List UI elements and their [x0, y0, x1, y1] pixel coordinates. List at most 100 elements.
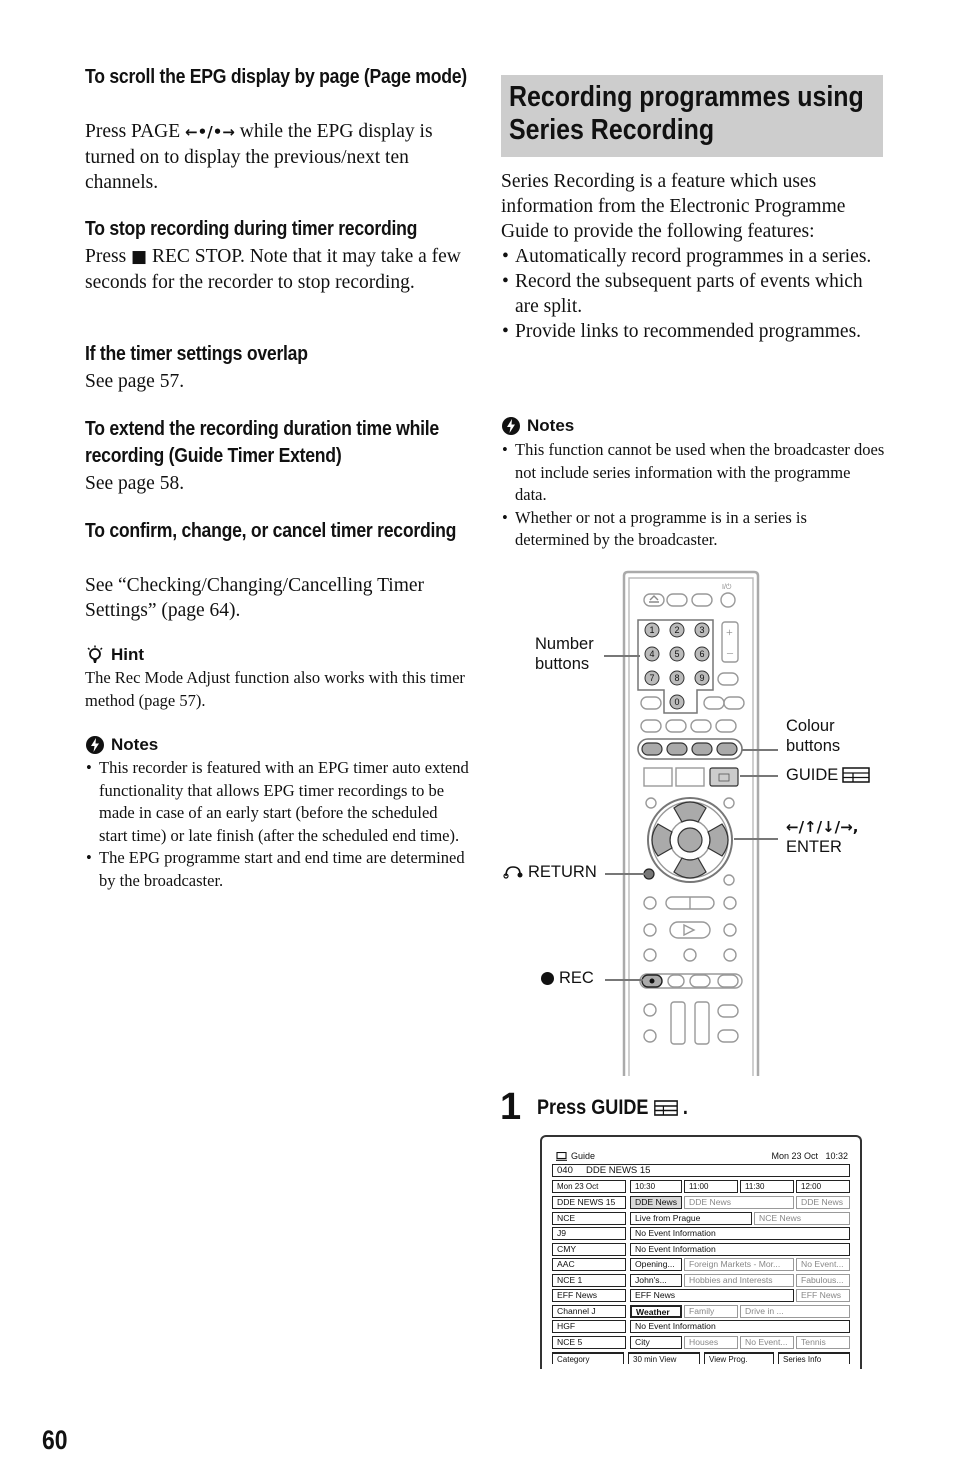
guide-icon [653, 1100, 678, 1116]
tab-view-prog[interactable]: View Prog. [704, 1352, 774, 1364]
step-suffix: . [682, 1096, 688, 1119]
guide-timer-extend-text: See page 58. [85, 473, 185, 494]
stop-square-icon: ■ [131, 247, 148, 267]
guide-datetime: Mon 23 Oct 10:32 [771, 1151, 848, 1161]
guide-title: Guide [571, 1151, 596, 1161]
text: Press [85, 246, 132, 267]
channel-name[interactable]: DDE NEWS 15 [552, 1196, 626, 1209]
programme-cell[interactable]: No Event Information [630, 1242, 850, 1256]
arrow-right-button [707, 823, 729, 857]
programme-cell[interactable]: No Event... [796, 1258, 850, 1271]
return-button [643, 868, 655, 880]
programme-cell[interactable]: John's... [630, 1273, 682, 1287]
programme-cell[interactable]: EFF News [796, 1289, 850, 1302]
arrow-left-button [651, 823, 673, 857]
notes-title: Notes [527, 416, 575, 435]
number-key: 0 [669, 694, 685, 710]
text: Press PAGE [85, 121, 186, 142]
leader-line [605, 873, 645, 875]
note-item: The EPG programme start and end time are… [84, 847, 469, 892]
number-key: 2 [669, 622, 685, 638]
leader-line [740, 775, 778, 777]
programme-cell[interactable]: DDE News [630, 1196, 682, 1209]
programme-cell[interactable]: Drive in ... [740, 1304, 850, 1318]
number-key: 9 [694, 670, 710, 686]
channel-bar: 040 DDE NEWS 15 [552, 1164, 850, 1177]
number-key: 8 [669, 670, 685, 686]
page-arrows-icon: ←•/•→ [185, 123, 235, 141]
channel-name[interactable]: NCE 5 [552, 1335, 626, 1349]
guide-header: Guide [556, 1151, 595, 1161]
notes-title: Notes [111, 735, 159, 754]
programme-cell[interactable]: Foreign Markets - Mor... [684, 1258, 794, 1271]
programme-cell[interactable]: Weather [630, 1304, 682, 1318]
key-label: 0 [674, 697, 679, 707]
channel-name[interactable]: Channel J [552, 1304, 626, 1318]
programme-cell[interactable]: Hobbies and Interests [684, 1273, 794, 1287]
svg-text:+: + [726, 625, 733, 639]
guide-icon [842, 767, 871, 783]
notes-heading-right: Notes [501, 416, 574, 436]
leader-line [742, 749, 778, 751]
key-label: 3 [699, 625, 704, 635]
time-slot-header: 11:00 [684, 1180, 738, 1193]
heading-confirm-timer: To confirm, change, or cancel timer reco… [85, 519, 457, 542]
number-key: 6 [694, 646, 710, 662]
channel-name[interactable]: HGF [552, 1320, 626, 1333]
programme-cell[interactable]: City [630, 1335, 682, 1349]
guide-button [709, 767, 739, 787]
number-key: 7 [644, 670, 660, 686]
callout-arrows: ←/↑/↓/→, [786, 818, 859, 836]
channel-name[interactable]: CMY [552, 1242, 626, 1256]
intro-text: Series Recording is a feature which uses… [501, 171, 846, 242]
programme-cell[interactable]: Fabulous... [796, 1273, 850, 1287]
programme-cell[interactable]: EFF News [630, 1289, 794, 1302]
notes-icon [502, 417, 520, 435]
programme-cell[interactable]: DDE News [684, 1196, 794, 1209]
leader-line [605, 979, 643, 981]
hint-text: The Rec Mode Adjust function also works … [85, 668, 465, 710]
notes-icon [86, 736, 104, 754]
lightbulb-icon [87, 645, 103, 663]
programme-cell[interactable]: DDE News [796, 1196, 850, 1209]
programme-cell[interactable]: Family [684, 1304, 738, 1318]
colour-button-red [641, 742, 663, 756]
hint-title: Hint [111, 645, 145, 664]
callout-guide: GUIDE [786, 765, 871, 785]
programme-cell[interactable]: Houses [684, 1335, 738, 1349]
channel-name[interactable]: EFF News [552, 1289, 626, 1302]
note-item: Whether or not a programme is in a serie… [500, 507, 885, 552]
programme-cell[interactable]: Opening... [630, 1258, 682, 1271]
step-instruction: Press GUIDE . [537, 1096, 688, 1120]
programme-cell[interactable]: No Event... [740, 1335, 794, 1349]
programme-cell[interactable]: No Event Information [630, 1227, 850, 1240]
key-label: 2 [674, 625, 679, 635]
channel-name[interactable]: NCE [552, 1211, 626, 1225]
left-notes-list: This recorder is featured with an EPG ti… [84, 757, 469, 892]
features-list: Automatically record programmes in a ser… [500, 244, 880, 344]
date-header[interactable]: Mon 23 Oct [552, 1180, 626, 1193]
key-label: 6 [699, 649, 704, 659]
feature-item: Provide links to recommended programmes. [500, 319, 880, 344]
channel-name[interactable]: NCE 1 [552, 1273, 626, 1287]
callout-return: RETURN [503, 862, 597, 882]
colour-button-green [666, 742, 688, 756]
programme-cell[interactable]: Tennis [796, 1335, 850, 1349]
programme-cell[interactable]: Live from Prague [630, 1211, 752, 1225]
tab-category[interactable]: Category [552, 1352, 624, 1364]
section-title: Recording programmes using Series Record… [509, 81, 864, 146]
stop-recording-text: Press ■ REC STOP. Note that it may take … [85, 244, 470, 295]
channel-name[interactable]: J9 [552, 1227, 626, 1240]
step-text: Press GUIDE [537, 1096, 649, 1119]
tab-series-info[interactable]: Series Info [778, 1352, 850, 1364]
callout-colour-buttons: Colour buttons [786, 717, 841, 755]
programme-cell[interactable]: No Event Information [630, 1320, 850, 1333]
time-slot-header: 12:00 [796, 1180, 850, 1193]
heading-timer-overlap: If the timer settings overlap [85, 342, 308, 365]
key-label: 7 [649, 673, 654, 683]
programme-cell[interactable]: NCE News [754, 1211, 850, 1225]
tab-30-min-view[interactable]: 30 min View [628, 1352, 700, 1364]
key-label: 4 [649, 649, 654, 659]
step-number: 1 [500, 1086, 522, 1128]
channel-name[interactable]: AAC [552, 1258, 626, 1271]
